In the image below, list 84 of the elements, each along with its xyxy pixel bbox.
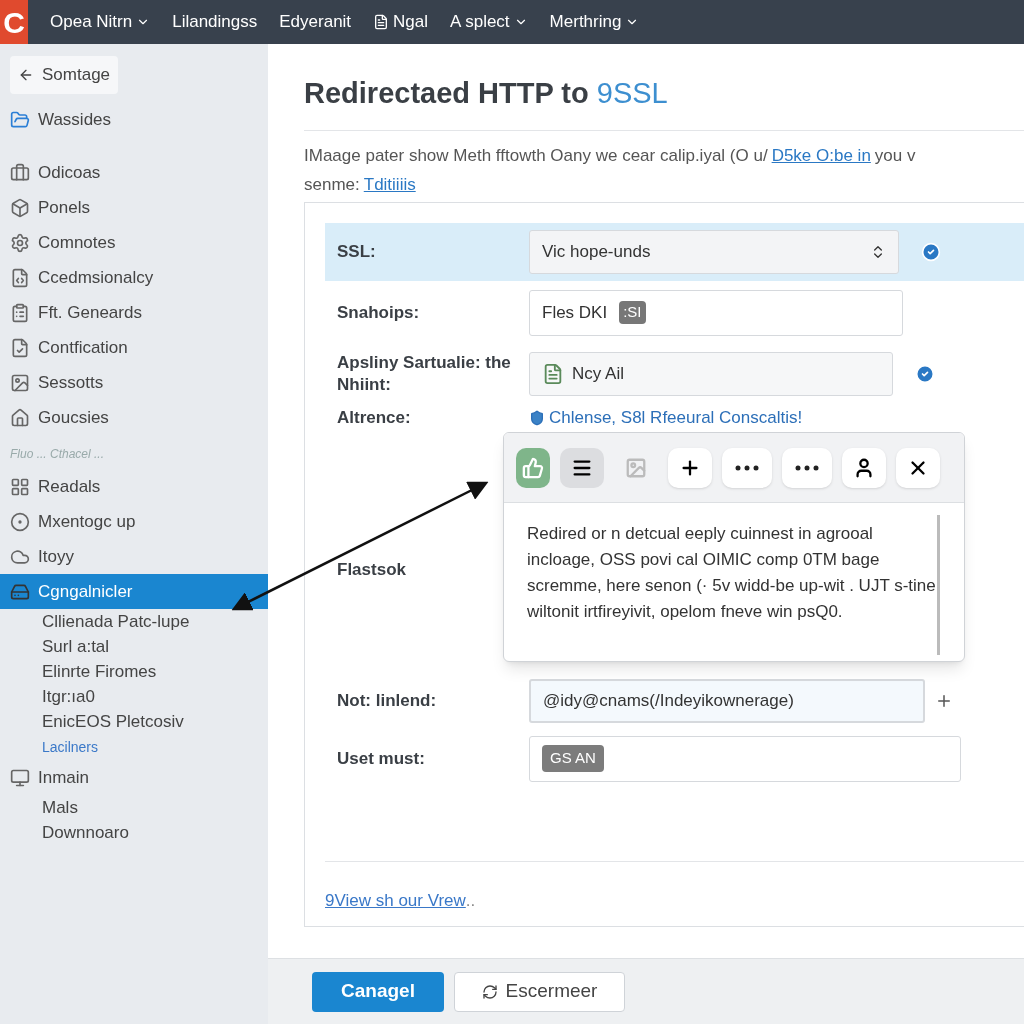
primary-button[interactable]: Canagel [312, 971, 444, 1012]
monitor-icon [10, 767, 30, 788]
image-icon [625, 456, 647, 479]
alert-link[interactable]: Chlense, S8l Rfeeural Conscaltis! [529, 404, 803, 431]
sidebar-item[interactable]: Sessotts [0, 365, 268, 400]
back-button[interactable]: Somtage [10, 56, 119, 94]
sidebar-item[interactable]: Itoyy [0, 539, 268, 574]
sidebar-item[interactable]: Mals [42, 795, 268, 820]
sidebar-item[interactable]: Surl a:tal [42, 634, 268, 659]
sidebar-item[interactable]: Goucsies [0, 400, 268, 435]
sidebar-item[interactable]: Itgr:ıa0 [42, 684, 268, 709]
secondary-button[interactable]: Escermeer [454, 971, 625, 1012]
input-field[interactable]: @idy@cnams(/Indeyikownerage) [529, 678, 925, 723]
sidebar-link[interactable]: Lacilners [42, 734, 268, 760]
sidebar-item[interactable]: Inmain [0, 760, 268, 795]
toolbar-button[interactable] [722, 447, 772, 488]
tag: GS AN [542, 745, 604, 772]
toolbar-button[interactable] [842, 447, 886, 488]
description-text: IMaage pater show Meth fftowth Oany we cear calip.iyal (O u/ D5ke O:be in you v [304, 144, 917, 167]
menu-item[interactable]: A splect [450, 9, 528, 35]
input-field[interactable]: GS AN [529, 735, 961, 782]
page-title: Redirectaed HTTP to 9SSL [304, 76, 669, 111]
input-field[interactable]: Fles DKI :SI [529, 289, 903, 336]
file-check-icon [10, 337, 30, 358]
toolbar-button[interactable] [668, 447, 712, 488]
menu-item[interactable]: Lilandingss [172, 9, 258, 35]
back-icon [18, 67, 34, 83]
box-icon [10, 197, 30, 218]
field-label: Apsliny Sartualie: the Nhiint: [336, 351, 512, 396]
sidebar-item[interactable]: Cgngalnicler [0, 574, 268, 609]
sidebar-item[interactable]: Fft. Geneards [0, 295, 268, 330]
close-button[interactable] [896, 447, 940, 488]
field-label: Altrence: [336, 406, 412, 429]
sidebar-item[interactable]: Readals [0, 469, 268, 504]
field-label: Uset must: [336, 747, 426, 770]
sidebar-item[interactable]: Ponels [0, 190, 268, 225]
refresh-icon [481, 983, 498, 1000]
sidebar-item[interactable]: Contfication [0, 330, 268, 365]
toolbar-button[interactable] [560, 447, 604, 488]
inline-link[interactable]: Tditiiiis [363, 175, 416, 194]
view-link[interactable]: 9View sh our Vrew [325, 887, 466, 913]
more-icon [795, 464, 819, 471]
image-icon [10, 372, 30, 393]
input-field[interactable]: Ncy Ail [529, 351, 893, 396]
tag: :SI [619, 301, 646, 324]
menu-item[interactable]: Merthring [549, 9, 640, 35]
field-label: Snahoips: [336, 301, 421, 324]
inline-link[interactable]: D5ke O:be in [771, 145, 871, 165]
sidebar-item[interactable]: Elinrte Firomes [42, 659, 268, 684]
menu-item[interactable]: Ngal [373, 9, 429, 35]
toolbar-button[interactable] [782, 447, 832, 488]
person-icon [853, 456, 875, 479]
field-label: Flastsok [336, 558, 407, 581]
sidebar-item[interactable]: Downnoaro [42, 820, 268, 845]
menu-item[interactable]: Edyeranit [279, 9, 352, 35]
sidebar-group-label: Fluo ... Cthacel ... [10, 446, 106, 463]
document-icon [542, 362, 564, 385]
briefcase-icon [10, 162, 30, 183]
popup-text: Redired or n detcual eeply cuinnest in agrooal incloage, OSS povi cal OIMIC comp 0TM bage scremme, here senon (· 5v widd-be up-wit . UJT s-tine wiltonit irtfireyivit, opelom fneve win psQ0. [527, 523, 937, 623]
field-label: Not: linlend: [336, 689, 438, 712]
folder-icon [10, 109, 30, 130]
sidebar-item[interactable]: Mxentogc up [0, 504, 268, 539]
grid-icon [10, 476, 30, 497]
sidebar-item[interactable]: EnicEOS Pletcosiv [42, 709, 268, 734]
sidebar-item[interactable]: Comnotes [0, 225, 268, 260]
app-logo: C [0, 0, 28, 44]
sidebar-item[interactable]: Cllienada Patc-lupe [42, 609, 268, 634]
field-label: SSL: [336, 240, 377, 263]
more-icon [735, 464, 759, 471]
clipboard-icon [10, 302, 30, 323]
menu-item[interactable]: Opea Nitrn [50, 9, 151, 35]
code-file-icon [10, 267, 30, 288]
ellipsis-text: .. [465, 889, 476, 912]
sidebar-item[interactable]: Odicoas [0, 155, 268, 190]
disc-icon [10, 511, 30, 532]
sidebar-item[interactable]: Ccedmsionalcy [0, 260, 268, 295]
home-icon [10, 407, 30, 428]
thumbs-up-icon [522, 456, 544, 479]
document-icon [373, 14, 390, 30]
shield-icon [529, 409, 545, 426]
description-text: senme: Tditiiiis [304, 174, 417, 196]
select-field[interactable]: Vic hope-unds [529, 229, 899, 274]
sidebar-item[interactable]: Wassides [0, 102, 268, 137]
gear-icon [10, 232, 30, 253]
